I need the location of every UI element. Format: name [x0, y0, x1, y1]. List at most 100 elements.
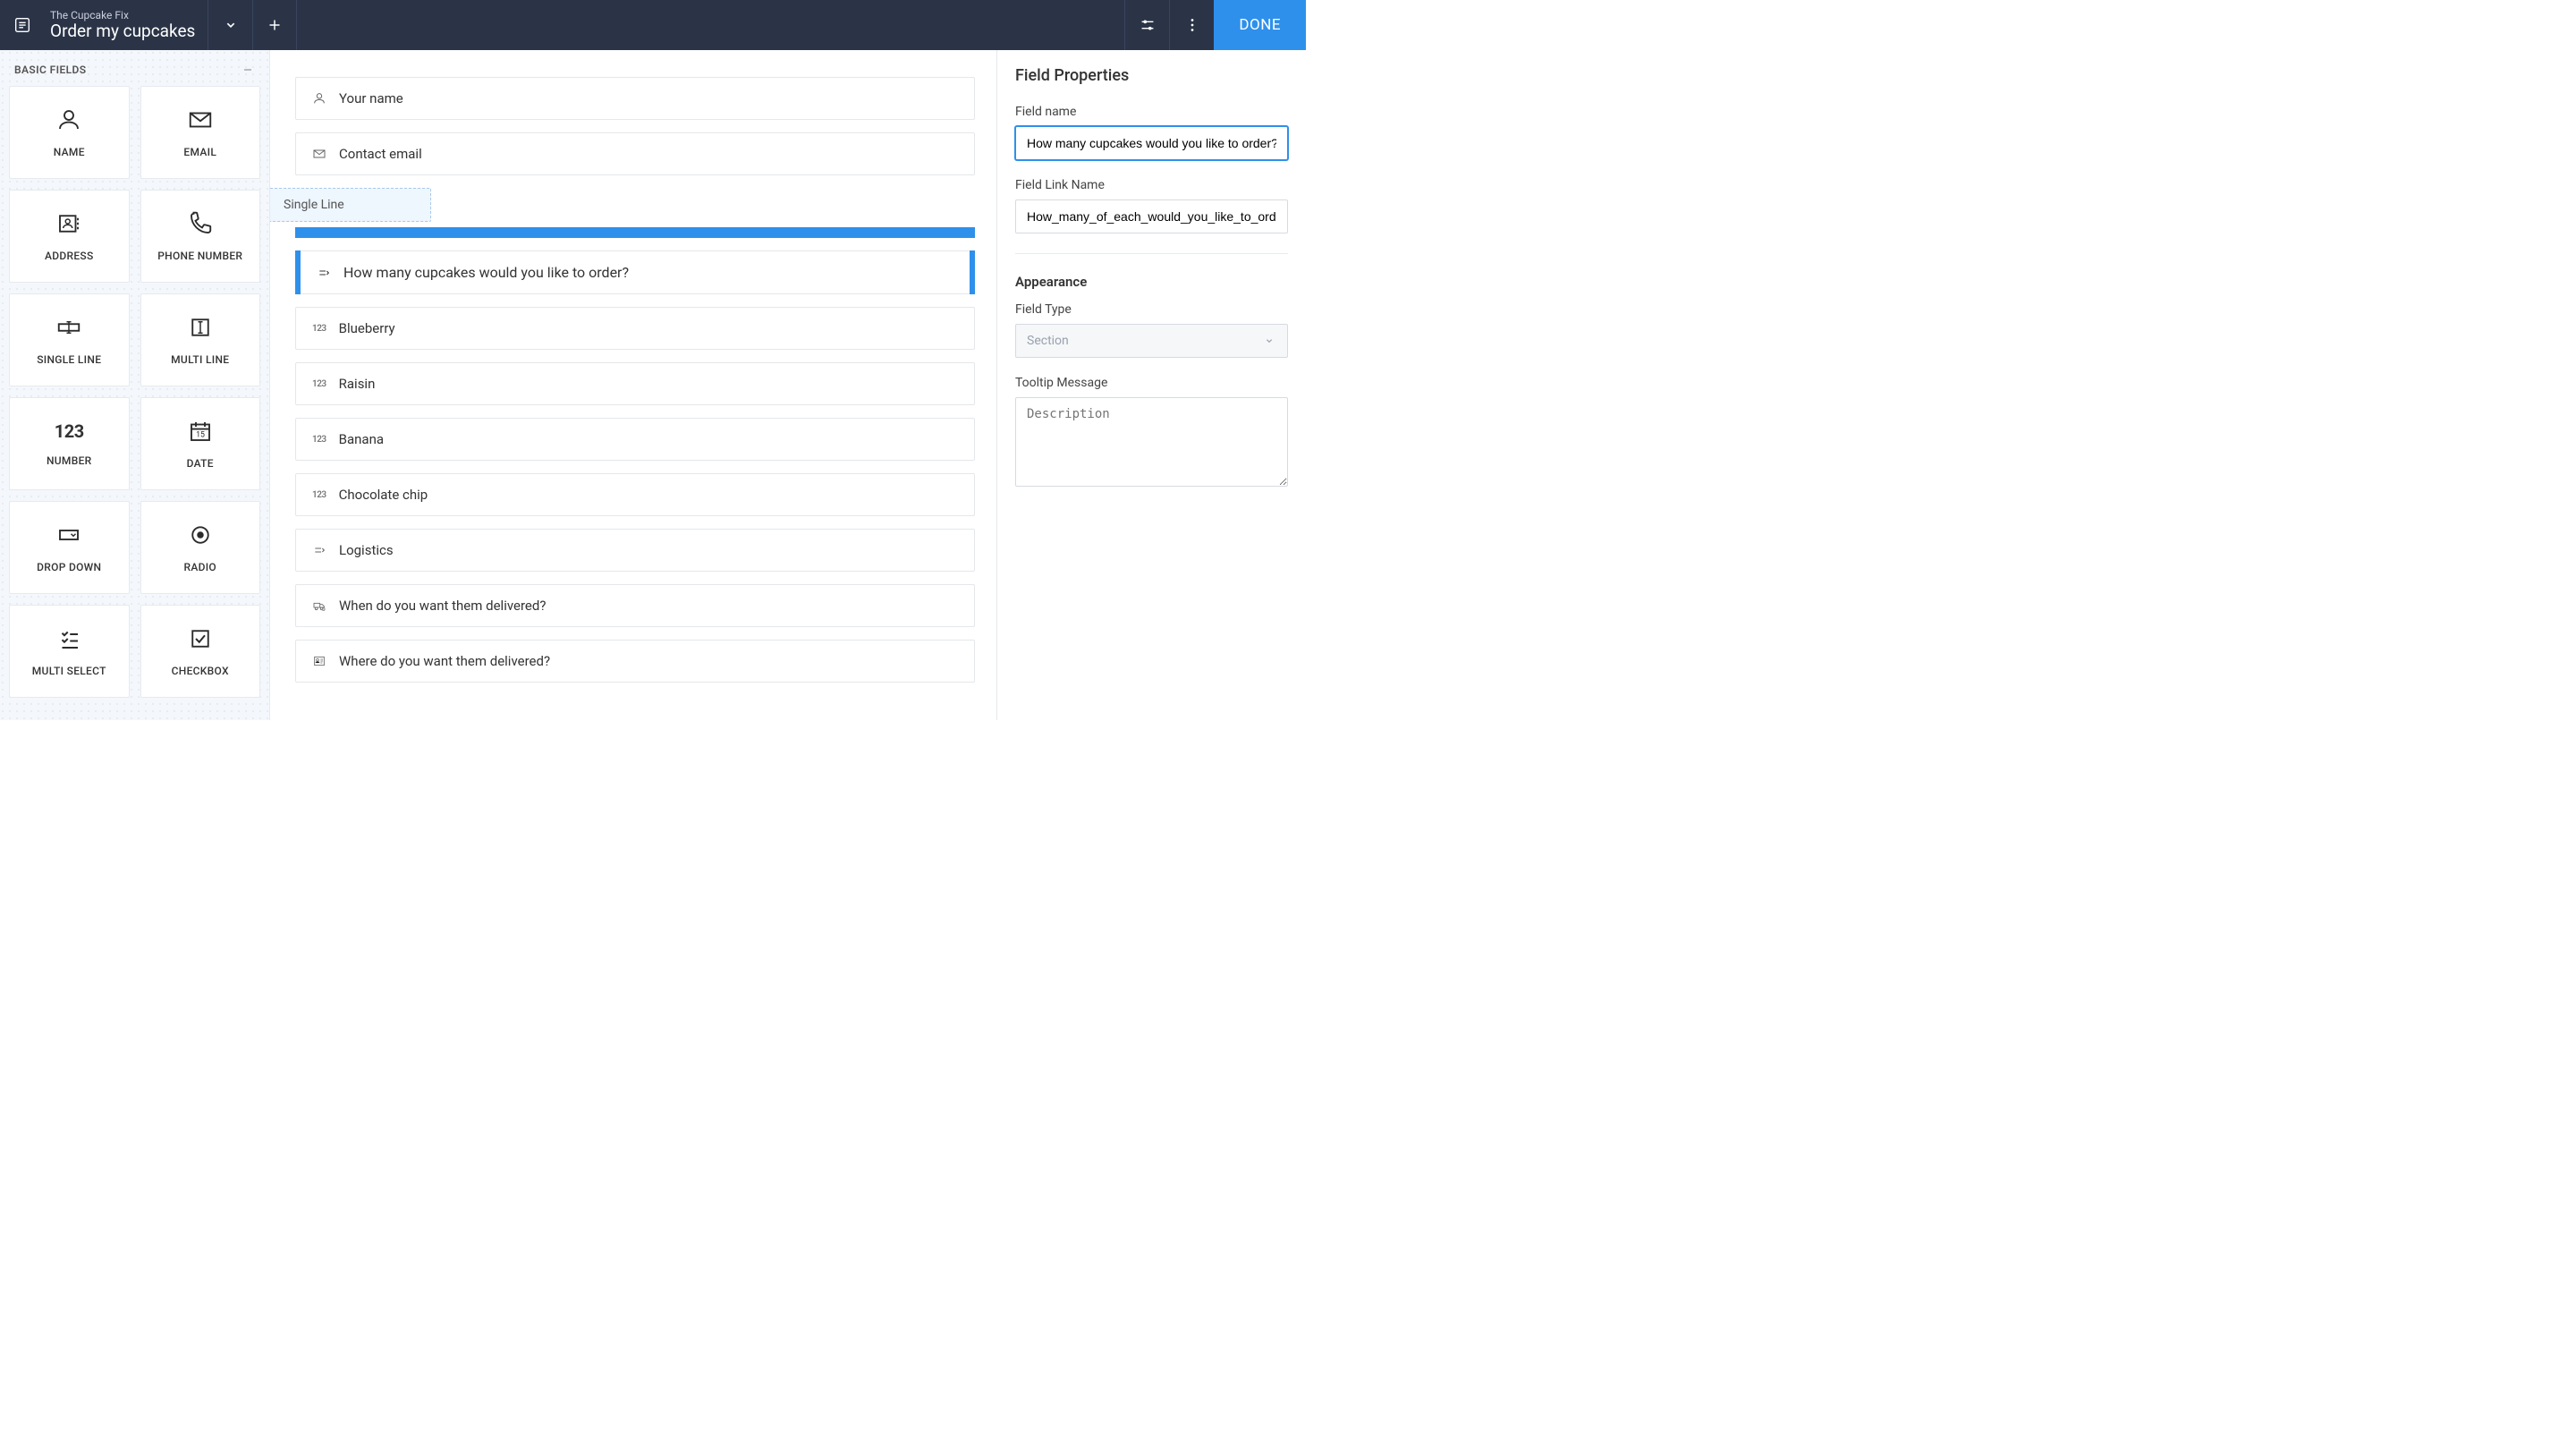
palette-section-header[interactable]: BASIC FIELDS	[9, 59, 260, 86]
form-field-label: Your name	[339, 90, 403, 106]
palette-item-radio[interactable]: RADIO	[140, 501, 261, 594]
number-123-icon: 123	[312, 490, 326, 500]
form-field-label: How many cupcakes would you like to orde…	[343, 264, 629, 281]
palette-item-number[interactable]: 123 NUMBER	[9, 397, 130, 490]
more-menu-button[interactable]	[1169, 0, 1214, 50]
add-form-button[interactable]	[252, 0, 297, 50]
address-card-icon	[312, 654, 326, 668]
palette-item-label: DATE	[187, 457, 214, 470]
palette-section-title: BASIC FIELDS	[14, 64, 86, 76]
palette-item-label: CHECKBOX	[172, 665, 229, 677]
form-field[interactable]: Contact email	[295, 132, 975, 175]
number-123-icon: 123	[55, 420, 84, 442]
palette-item-address[interactable]: ADDRESS	[9, 190, 130, 283]
calendar-icon	[187, 418, 214, 445]
multiselect-icon	[55, 625, 82, 652]
field-link-name-input[interactable]	[1015, 199, 1288, 233]
drop-indicator	[295, 227, 975, 238]
user-icon	[312, 91, 326, 106]
palette-item-name[interactable]: NAME	[9, 86, 130, 179]
mail-icon	[187, 106, 214, 133]
palette-item-label: NAME	[54, 146, 85, 158]
palette-item-drop-down[interactable]: DROP DOWN	[9, 501, 130, 594]
palette-item-phone-number[interactable]: PHONE NUMBER	[140, 190, 261, 283]
field-name-label: Field name	[1015, 105, 1288, 119]
number-123-icon: 123	[312, 379, 326, 389]
minus-icon	[241, 63, 255, 77]
form-field[interactable]: Logistics	[295, 529, 975, 572]
properties-title: Field Properties	[1015, 66, 1288, 85]
tooltip-message-label: Tooltip Message	[1015, 376, 1288, 390]
field-type-select[interactable]: Section	[1015, 324, 1288, 358]
form-field-label: Contact email	[339, 146, 422, 162]
multi-line-icon	[187, 314, 214, 341]
palette-item-label: NUMBER	[47, 454, 92, 467]
form-field[interactable]: 123 Banana	[295, 418, 975, 461]
field-name-input[interactable]	[1015, 126, 1288, 160]
form-field-label: Blueberry	[339, 320, 395, 336]
palette-item-single-line[interactable]: SINGLE LINE	[9, 293, 130, 386]
palette-item-label: SINGLE LINE	[37, 353, 101, 366]
field-link-name-label: Field Link Name	[1015, 178, 1288, 192]
phone-icon	[187, 210, 214, 237]
form-field-label: Chocolate chip	[339, 487, 428, 503]
form-field-label: When do you want them delivered?	[339, 598, 546, 614]
form-settings-button[interactable]	[1124, 0, 1169, 50]
form-field-label: Where do you want them delivered?	[339, 653, 550, 669]
single-line-icon	[270, 198, 271, 212]
form-field[interactable]: Where do you want them delivered?	[295, 640, 975, 683]
done-button-label: DONE	[1239, 16, 1281, 34]
palette-item-label: EMAIL	[183, 146, 216, 158]
app-logo-icon	[0, 15, 45, 35]
drag-ghost: Single Line	[270, 188, 431, 222]
form-canvas[interactable]: Your name Contact email Single Line How ma…	[270, 50, 996, 720]
palette-item-email[interactable]: EMAIL	[140, 86, 261, 179]
radio-icon	[187, 522, 214, 548]
form-field[interactable]: When do you want them delivered?	[295, 584, 975, 627]
form-field-selected[interactable]: How many cupcakes would you like to orde…	[295, 250, 975, 294]
checkbox-icon	[187, 625, 214, 652]
divider	[1015, 253, 1288, 254]
field-type-label: Field Type	[1015, 302, 1288, 317]
number-123-icon: 123	[312, 324, 326, 334]
done-button[interactable]: DONE	[1214, 0, 1306, 50]
form-field[interactable]: 123 Raisin	[295, 362, 975, 405]
app-header: The Cupcake Fix Order my cupcakes DONE	[0, 0, 1306, 50]
palette-item-multi-select[interactable]: MULTI SELECT	[9, 605, 130, 698]
form-field[interactable]: 123 Chocolate chip	[295, 473, 975, 516]
contact-card-icon	[55, 210, 82, 237]
field-palette: BASIC FIELDS NAME EMAIL ADDRESS PHONE NUMBE…	[0, 50, 270, 720]
form-field-label: Logistics	[339, 542, 394, 558]
drag-ghost-label: Single Line	[284, 198, 344, 212]
selection-indicator	[970, 250, 975, 294]
form-field[interactable]: 123 Blueberry	[295, 307, 975, 350]
palette-item-label: PHONE NUMBER	[157, 250, 242, 262]
palette-item-label: ADDRESS	[45, 250, 94, 262]
form-field-label: Banana	[339, 431, 384, 447]
tooltip-message-input[interactable]	[1015, 397, 1288, 487]
sliders-icon	[1138, 15, 1157, 35]
palette-item-label: DROP DOWN	[37, 561, 101, 573]
section-icon	[317, 266, 331, 280]
title-block: The Cupcake Fix Order my cupcakes	[45, 9, 208, 42]
section-icon	[312, 543, 326, 557]
app-subtitle: The Cupcake Fix	[50, 9, 195, 21]
dropdown-icon	[55, 522, 82, 548]
palette-item-date[interactable]: DATE	[140, 397, 261, 490]
field-type-value: Section	[1027, 334, 1069, 348]
form-field[interactable]: Your name	[295, 77, 975, 120]
single-line-icon	[55, 314, 82, 341]
plus-icon	[265, 15, 284, 35]
truck-clock-icon	[312, 598, 326, 613]
form-switcher-dropdown[interactable]	[208, 0, 252, 50]
palette-item-label: MULTI LINE	[171, 353, 229, 366]
appearance-heading: Appearance	[1015, 274, 1288, 290]
palette-item-label: RADIO	[183, 561, 216, 573]
palette-item-checkbox[interactable]: CHECKBOX	[140, 605, 261, 698]
properties-panel: Field Properties Field name Field Link N…	[996, 50, 1306, 720]
form-field-label: Raisin	[339, 376, 376, 392]
user-icon	[55, 106, 82, 133]
number-123-icon: 123	[312, 435, 326, 445]
palette-item-multi-line[interactable]: MULTI LINE	[140, 293, 261, 386]
chevron-down-icon	[221, 15, 241, 35]
